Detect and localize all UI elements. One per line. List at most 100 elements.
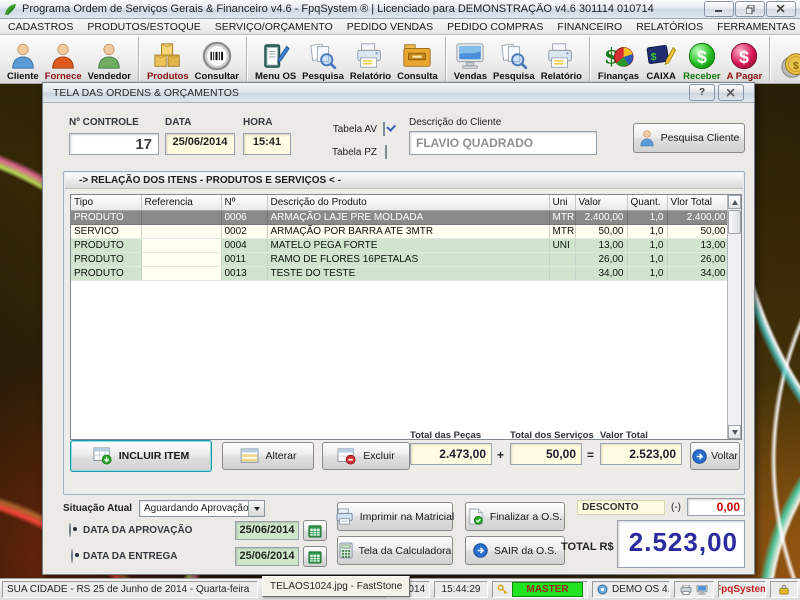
toolbar-label: Cliente <box>7 71 39 82</box>
desconto-sign: (-) <box>671 502 681 513</box>
aprovacao-radio[interactable] <box>69 523 71 537</box>
menu-pedido-compras[interactable]: PEDIDO COMPRAS <box>447 21 543 33</box>
incluir-item-button[interactable]: INCLUIR ITEM <box>70 440 212 472</box>
dropdown-arrow-icon[interactable] <box>248 501 264 516</box>
toolbar-label: Vendas <box>454 71 487 82</box>
toolbar-separator <box>589 37 591 81</box>
scroll-down-button[interactable] <box>728 425 741 439</box>
toolbar-pesquisa-os[interactable]: Pesquisa <box>299 36 347 82</box>
col-vlr-total[interactable]: Vlor Total <box>667 195 729 211</box>
toolbar-relatorio-os[interactable]: Relatório <box>347 36 394 82</box>
monitor-icon <box>454 41 486 71</box>
menu-servico-orcamento[interactable]: SERVIÇO/ORÇAMENTO <box>215 21 333 33</box>
toolbar-financas[interactable]: $ Finanças <box>595 36 642 82</box>
toolbar-cliente[interactable]: Cliente <box>4 36 42 82</box>
toolbar-relatorio-vendas[interactable]: Relatório <box>538 36 585 82</box>
toolbar-produtos[interactable]: Produtos <box>144 36 192 82</box>
tabela-av-checkbox[interactable] <box>383 122 385 136</box>
menu-ferramentas[interactable]: FERRAMENTAS <box>717 21 796 33</box>
col-referencia[interactable]: Referencia <box>141 195 221 211</box>
toolbar-menu-os[interactable]: Menu OS <box>252 36 299 82</box>
os-window-title-bar: TELA DAS ORDENS & ORÇAMENTOS ? <box>43 83 754 103</box>
col-quant[interactable]: Quant. <box>627 195 667 211</box>
toolbar-separator <box>246 37 248 81</box>
tabela-av-label: Tabela AV <box>319 124 377 135</box>
table-scrollbar[interactable] <box>727 195 741 439</box>
minimize-button[interactable] <box>704 1 734 17</box>
menu-pedido-vendas[interactable]: PEDIDO VENDAS <box>347 21 433 33</box>
scroll-up-button[interactable] <box>728 195 741 209</box>
toolbar-vendedor[interactable]: Vendedor <box>85 36 134 82</box>
items-table[interactable]: Tipo Referencia Nº Descrição do Produto … <box>71 195 730 281</box>
hora-label: HORA <box>243 117 272 128</box>
toolbar-coin[interactable]: $ <box>775 36 800 82</box>
menu-cadastros[interactable]: CADASTROS <box>8 21 73 33</box>
seller-person-icon <box>94 41 124 71</box>
client-person-icon <box>8 41 38 71</box>
window-title: Programa Ordem de Serviços Gerais & Fina… <box>22 3 654 15</box>
valor-total-field: 2.523,00 <box>600 443 682 465</box>
svg-text:$: $ <box>697 47 707 67</box>
imprimir-matricial-button[interactable]: Imprimir na Matricial <box>337 502 453 531</box>
toolbar-pesquisa-vendas[interactable]: Pesquisa <box>490 36 538 82</box>
aprovacao-calendar-button[interactable] <box>303 520 327 541</box>
controle-field[interactable]: 17 <box>69 133 159 155</box>
table-row[interactable]: SERVICO 0002ARMAÇÃO POR BARRA ATE 3MTR M… <box>71 225 729 239</box>
entrega-calendar-button[interactable] <box>303 546 327 567</box>
tabela-pz-label: Tabela PZ <box>319 147 377 158</box>
printer-icon <box>546 41 576 71</box>
col-tipo[interactable]: Tipo <box>71 195 141 211</box>
alterar-button[interactable]: Alterar <box>222 442 314 470</box>
col-uni[interactable]: Uni <box>549 195 575 211</box>
pesquisa-cliente-button[interactable]: Pesquisa Cliente <box>633 123 745 153</box>
hora-field[interactable]: 15:41 <box>243 133 291 155</box>
toolbar-fornecedor[interactable]: Fornece <box>42 36 85 82</box>
table-row[interactable]: PRODUTO 0011RAMO DE FLORES 16PETALAS 26,… <box>71 253 729 267</box>
restore-button[interactable] <box>735 1 765 17</box>
plus-sign: + <box>497 448 504 462</box>
col-numero[interactable]: Nº <box>221 195 267 211</box>
menu-financeiro[interactable]: FINANCEIRO <box>557 21 622 33</box>
scroll-thumb[interactable] <box>728 210 741 234</box>
data-field[interactable]: 25/06/2014 <box>165 133 235 155</box>
table-row[interactable]: PRODUTO 0004MATELO PEGA FORTE UNI13,00 1… <box>71 239 729 253</box>
total-rs-label: TOTAL R$ <box>561 541 614 553</box>
cash-book-icon: $ <box>645 41 677 71</box>
menu-relatorios[interactable]: RELATÓRIOS <box>636 21 703 33</box>
grid-delete-icon <box>337 448 357 465</box>
help-button[interactable]: ? <box>689 84 715 101</box>
table-row[interactable]: PRODUTO 0006ARMAÇÃO LAJE PRE MOLDADA MTR… <box>71 211 729 225</box>
items-header-strip: -> RELAÇÃO DOS ITENS - PRODUTOS E SERVIÇ… <box>65 173 743 189</box>
entrega-radio[interactable] <box>71 549 73 563</box>
menu-produtos-estoque[interactable]: PRODUTOS/ESTOQUE <box>87 21 200 33</box>
toolbar-label: Receber <box>683 71 721 82</box>
toolbar-consulta-os[interactable]: Consulta <box>394 36 441 82</box>
valor-total-label: Valor Total <box>600 430 648 441</box>
close-button[interactable] <box>766 1 796 17</box>
finalizar-os-button[interactable]: Finalizar a O.S. <box>465 502 565 531</box>
calculator-icon <box>339 542 353 559</box>
table-row[interactable]: PRODUTO 0013TESTE DO TESTE 34,00 1,034,0… <box>71 267 729 281</box>
excluir-button[interactable]: Excluir <box>322 442 410 470</box>
cliente-field[interactable]: FLAVIO QUADRADO <box>409 131 597 155</box>
aprovacao-date-field[interactable]: 25/06/2014 <box>235 521 299 540</box>
col-valor[interactable]: Valor <box>575 195 627 211</box>
status-city-date: SUA CIDADE - RS 25 de Junho de 2014 - Qu… <box>2 581 258 598</box>
toolbar-consultar[interactable]: Consultar <box>192 36 242 82</box>
toolbar-vendas[interactable]: Vendas <box>451 36 490 82</box>
toolbar-a-pagar[interactable]: $ A Pagar <box>724 36 766 82</box>
voltar-button[interactable]: Voltar <box>690 442 740 470</box>
tabela-pz-checkbox[interactable] <box>385 145 387 159</box>
situacao-dropdown[interactable]: Aguardando Aprovação <box>139 500 265 517</box>
os-window-title: TELA DAS ORDENS & ORÇAMENTOS <box>53 87 239 99</box>
entrega-date-field[interactable]: 25/06/2014 <box>235 547 299 566</box>
toolbar-receber[interactable]: $ Receber <box>680 36 724 82</box>
sair-os-button[interactable]: SAIR da O.S. <box>465 536 565 565</box>
toolbar-label: Vendedor <box>88 71 131 82</box>
calculadora-button[interactable]: Tela da Calculadora <box>337 536 453 565</box>
desconto-field[interactable]: 0,00 <box>687 498 745 516</box>
toolbar-caixa[interactable]: $ CAIXA <box>642 36 680 82</box>
col-descricao[interactable]: Descrição do Produto <box>267 195 549 211</box>
toolbar-label: A Pagar <box>727 71 763 82</box>
os-close-button[interactable] <box>718 84 744 101</box>
